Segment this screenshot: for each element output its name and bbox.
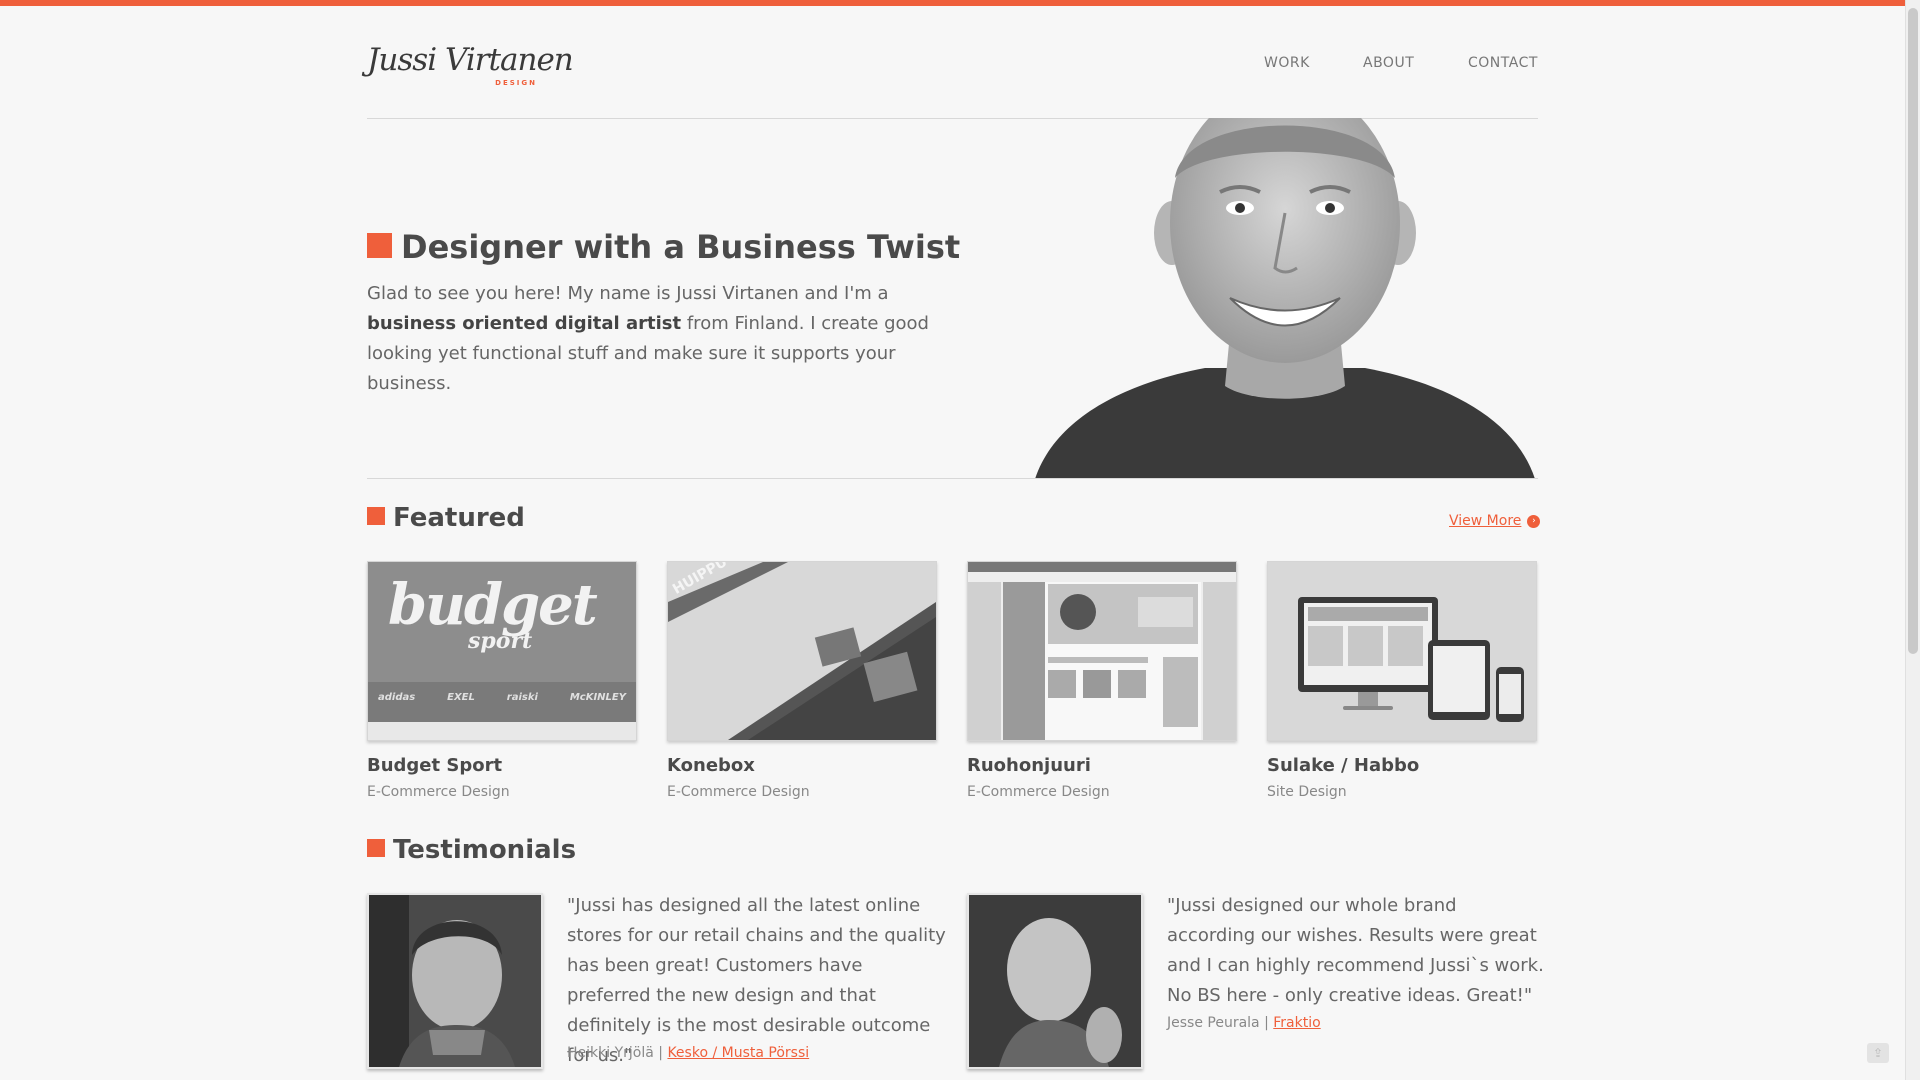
featured-card-konebox[interactable]: HUIPPU-UUTU Konebox E-Commerce Design — [667, 561, 937, 800]
hero-text-bold: business oriented digital artist — [367, 313, 682, 334]
testimonials-title: Testimonials — [393, 835, 577, 865]
scrollbar-thumb[interactable] — [1908, 8, 1918, 654]
accent-square-icon — [367, 506, 385, 525]
view-more-label: View More — [1449, 513, 1522, 529]
featured-card-ruohonjuuri[interactable]: Ruohonjuuri E-Commerce Design — [967, 561, 1237, 800]
testimonial-attribution: Heikki Yrjölä | Kesko / Musta Pörssi — [567, 1045, 809, 1061]
brand-raiski: raiski — [506, 692, 538, 703]
brand-exel: EXEL — [447, 692, 475, 703]
featured-title: Featured — [393, 503, 525, 533]
project-thumbnail[interactable] — [1267, 561, 1537, 741]
testimonial-attribution: Jesse Peurala | Fraktio — [1167, 1015, 1321, 1031]
attribution-separator: | — [1259, 1015, 1274, 1031]
hero-text-start: Glad to see you here! My name is Jussi V… — [367, 283, 889, 304]
project-name[interactable]: Sulake / Habbo — [1267, 755, 1537, 776]
site-logo[interactable]: Jussi Virtanen DESIGN — [367, 42, 574, 94]
featured-card-sulake-habbo[interactable]: Sulake / Habbo Site Design — [1267, 561, 1537, 800]
project-name[interactable]: Ruohonjuuri — [967, 755, 1237, 776]
hero-portrait — [1035, 118, 1538, 479]
project-name[interactable]: Konebox — [667, 755, 937, 776]
top-accent-bar — [0, 0, 1906, 6]
thumb-logo-subtext: sport — [468, 628, 533, 654]
hero-divider — [367, 478, 1538, 479]
accent-square-icon — [367, 838, 385, 857]
testimonials-heading: Testimonials — [367, 835, 576, 865]
accent-square-icon — [367, 232, 392, 258]
hero-title-text: Designer with a Business Twist — [401, 228, 961, 266]
brand-strip: adidas EXEL raiski McKINLEY — [378, 692, 626, 703]
testimonial-avatar — [967, 893, 1143, 1069]
share-icon[interactable]: ⇪ — [1867, 1043, 1889, 1063]
project-thumbnail[interactable]: HUIPPU-UUTU — [667, 561, 937, 741]
testimonial-company-link[interactable]: Fraktio — [1273, 1015, 1320, 1031]
nav-work-link[interactable]: WORK — [1264, 55, 1310, 71]
project-category: E-Commerce Design — [967, 784, 1110, 800]
testimonial-quote: "Jussi designed our whole brand accordin… — [1167, 895, 1544, 1006]
featured-card-budget-sport[interactable]: budget sport adidas EXEL raiski McKINLEY… — [367, 561, 637, 800]
brand-adidas: adidas — [378, 692, 416, 703]
logo-name: Jussi Virtanen — [367, 42, 574, 78]
hero-intro: Glad to see you here! My name is Jussi V… — [367, 279, 939, 399]
nav-about-link[interactable]: ABOUT — [1363, 55, 1414, 71]
project-name[interactable]: Budget Sport — [367, 755, 637, 776]
testimonial-company-link[interactable]: Kesko / Musta Pörssi — [667, 1045, 809, 1061]
testimonial-avatar — [367, 893, 543, 1069]
page-scrollbar[interactable] — [1905, 0, 1920, 1080]
project-thumbnail[interactable] — [967, 561, 1237, 741]
view-more-link[interactable]: View More › — [1449, 513, 1541, 529]
logo-tagline: DESIGN — [495, 79, 537, 87]
project-thumbnail[interactable]: budget sport adidas EXEL raiski McKINLEY — [367, 561, 637, 741]
project-category: Site Design — [1267, 784, 1347, 800]
brand-mckinley: McKINLEY — [569, 692, 626, 703]
nav-contact-link[interactable]: CONTACT — [1468, 55, 1538, 71]
hero-title: Designer with a Business Twist — [367, 228, 960, 266]
testimonial-author: Jesse Peurala — [1167, 1015, 1260, 1031]
project-category: E-Commerce Design — [367, 784, 510, 800]
featured-heading: Featured — [367, 503, 525, 533]
testimonial-author: Heikki Yrjölä — [567, 1045, 654, 1061]
attribution-separator: | — [653, 1045, 668, 1061]
arrow-right-circle-icon: › — [1527, 514, 1541, 528]
project-category: E-Commerce Design — [667, 784, 810, 800]
testimonial-quote: "Jussi has designed all the latest onlin… — [567, 895, 946, 1066]
